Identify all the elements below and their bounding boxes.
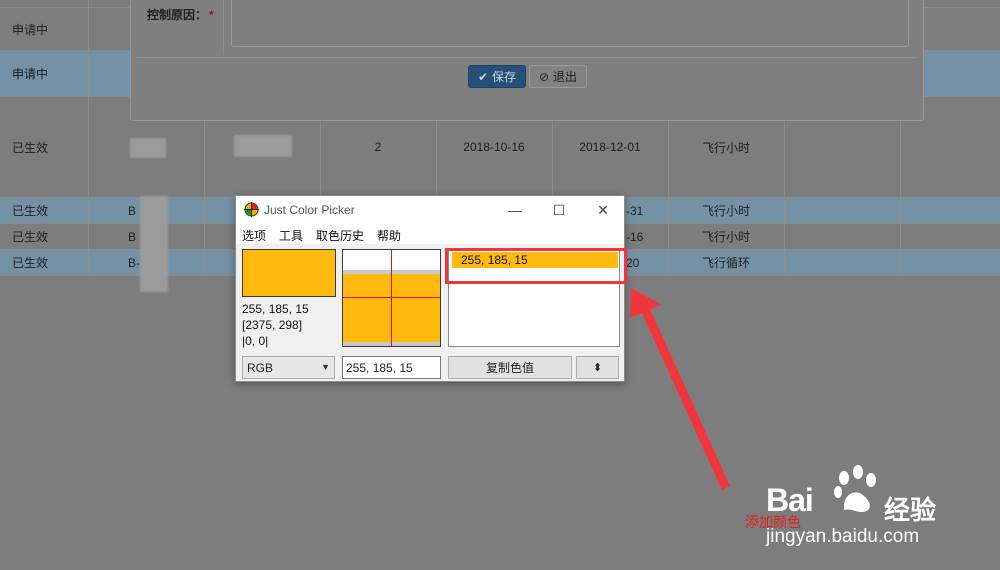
sort-updown-button[interactable]: ⬍ xyxy=(576,356,619,379)
redacted-block xyxy=(140,196,168,292)
required-mark: * xyxy=(209,8,214,22)
magnifier-view xyxy=(342,249,441,347)
offset-readout: |0, 0| xyxy=(242,334,269,348)
menu-bar: 选项 工具 取色历史 帮助 xyxy=(236,224,624,244)
redacted-block xyxy=(130,138,166,158)
control-reason-label: 控制原因： * xyxy=(147,8,214,22)
color-picker-window: Just Color Picker — ☐ ✕ 选项 工具 取色历史 帮助 25… xyxy=(235,195,625,382)
form-divider xyxy=(223,0,224,55)
paw-icon xyxy=(834,465,876,512)
watermark-cn: 经验 xyxy=(884,495,937,525)
close-icon[interactable]: ✕ xyxy=(592,200,614,220)
menu-options[interactable]: 选项 xyxy=(242,227,266,244)
date-end-cell: -31 xyxy=(626,203,644,218)
maximize-icon[interactable]: ☐ xyxy=(548,200,570,220)
crosshair-vertical xyxy=(391,250,392,346)
title-bar[interactable]: Just Color Picker — ☐ ✕ xyxy=(236,196,624,224)
redacted-block xyxy=(234,135,292,157)
crosshair-horizontal xyxy=(343,297,440,298)
status-cell: 已生效 xyxy=(12,230,49,244)
current-color-swatch xyxy=(242,249,336,297)
unit-cell: 飞行小时 xyxy=(701,204,750,218)
column-divider xyxy=(88,0,89,276)
exit-button[interactable]: ⊘ 退出 xyxy=(529,65,587,88)
ban-icon: ⊘ xyxy=(538,69,550,84)
window-title: Just Color Picker xyxy=(264,203,355,217)
date-end-cell: 20 xyxy=(626,255,640,270)
watermark-brand: Bai xyxy=(766,482,814,518)
copy-color-button[interactable]: 复制色值 xyxy=(448,356,572,379)
menu-tools[interactable]: 工具 xyxy=(279,227,303,244)
status-cell: 已生效 xyxy=(12,256,49,270)
date-end-cell: -16 xyxy=(626,229,644,244)
checkmark-icon: ✔ xyxy=(477,69,489,84)
color-picker-logo-icon xyxy=(244,202,259,217)
status-cell: 申请中 xyxy=(12,22,49,37)
edit-modal: 控制原因： * ✔ 保存 ⊘ 退出 xyxy=(130,0,924,121)
status-cell: 已生效 xyxy=(12,140,49,155)
highlight-box xyxy=(445,248,627,284)
rgb-readout: 255, 185, 15 xyxy=(242,302,309,316)
coords-readout: [2375, 298] xyxy=(242,318,303,332)
unit-cell: 飞行循环 xyxy=(701,256,750,270)
menu-help[interactable]: 帮助 xyxy=(377,227,401,244)
color-format-select[interactable]: RGB ▼ xyxy=(242,356,335,379)
status-cell: 申请中 xyxy=(12,67,49,81)
save-button[interactable]: ✔ 保存 xyxy=(468,65,526,88)
unit-cell: 飞行小时 xyxy=(701,230,750,244)
status-cell: 已生效 xyxy=(12,204,49,218)
chevron-down-icon: ▼ xyxy=(321,362,330,372)
menu-color-history[interactable]: 取色历史 xyxy=(316,227,364,244)
color-value-field[interactable]: 255, 185, 15 xyxy=(342,356,441,379)
watermark-url: jingyan.baidu.com xyxy=(766,526,920,547)
modal-footer-divider xyxy=(137,57,917,58)
minimize-icon[interactable]: — xyxy=(504,200,526,220)
control-reason-textarea[interactable] xyxy=(231,0,909,47)
